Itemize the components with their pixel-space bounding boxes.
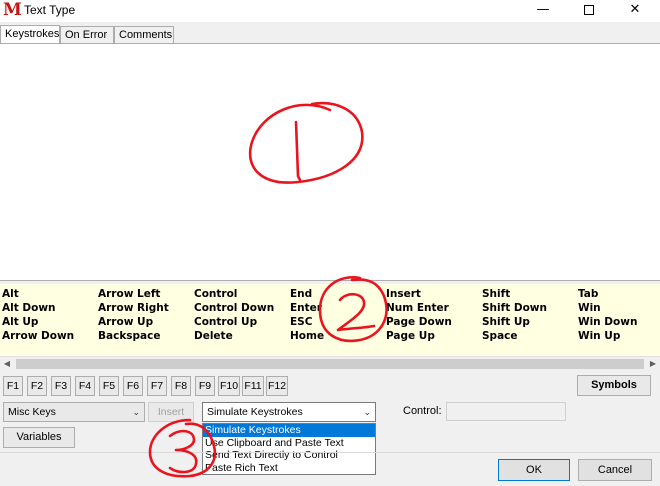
key-item[interactable]: Alt Down [2, 301, 74, 315]
key-item[interactable]: Control Up [194, 315, 274, 329]
key-item[interactable]: Shift Up [482, 315, 547, 329]
key-item[interactable]: End [290, 287, 324, 301]
key-item[interactable]: Alt [2, 287, 74, 301]
dropdown-option[interactable]: Use Clipboard and Paste Text [203, 437, 375, 450]
key-item[interactable]: Space [482, 329, 547, 343]
window-title: Text Type [24, 3, 76, 17]
key-item[interactable]: Arrow Up [98, 315, 169, 329]
close-icon: ✕ [629, 2, 641, 17]
f11-button[interactable]: F11 [242, 376, 264, 396]
key-item[interactable]: Shift [482, 287, 547, 301]
key-item[interactable]: Win Down [578, 315, 637, 329]
dropdown-option[interactable]: Paste Rich Text [203, 462, 375, 475]
keys-column-2: Arrow Left Arrow Right Arrow Up Backspac… [98, 287, 169, 343]
key-item[interactable]: Arrow Left [98, 287, 169, 301]
key-item[interactable]: Num Enter [386, 301, 452, 315]
control-input[interactable] [446, 402, 566, 421]
key-item[interactable]: Arrow Down [2, 329, 74, 343]
f12-button[interactable]: F12 [266, 376, 288, 396]
key-item[interactable]: Shift Down [482, 301, 547, 315]
chevron-down-icon: ⌄ [132, 407, 140, 417]
key-item[interactable]: Win Up [578, 329, 637, 343]
maximize-button[interactable] [566, 0, 612, 22]
f6-button[interactable]: F6 [123, 376, 143, 396]
control-label: Control: [403, 405, 442, 417]
f5-button[interactable]: F5 [99, 376, 119, 396]
text-type-method-select[interactable]: Simulate Keystrokes ⌄ [202, 402, 376, 422]
title-bar: M Text Type — ✕ [0, 0, 660, 22]
tab-on-error[interactable]: On Error [60, 26, 114, 44]
minimize-icon: — [536, 2, 550, 17]
f7-button[interactable]: F7 [147, 376, 167, 396]
f3-button[interactable]: F3 [51, 376, 71, 396]
scrollbar-thumb[interactable] [16, 359, 644, 369]
special-keys-panel: Alt Alt Down Alt Up Arrow Down Arrow Lef… [0, 284, 660, 356]
dropdown-option[interactable]: Send Text Directly to Control [203, 449, 375, 462]
key-item[interactable]: Win [578, 301, 637, 315]
key-item[interactable]: Control Down [194, 301, 274, 315]
scroll-right-icon[interactable]: ▶ [646, 357, 660, 371]
key-item[interactable]: Enter [290, 301, 324, 315]
maximize-icon [584, 4, 594, 15]
keys-column-4: End Enter ESC Home [290, 287, 324, 343]
key-item[interactable]: ESC [290, 315, 324, 329]
ok-button[interactable]: OK [498, 459, 570, 481]
key-item[interactable]: Backspace [98, 329, 169, 343]
key-item[interactable]: Page Down [386, 315, 452, 329]
key-item[interactable]: Tab [578, 287, 637, 301]
f10-button[interactable]: F10 [218, 376, 240, 396]
method-select-value: Simulate Keystrokes [207, 406, 303, 418]
key-item[interactable]: Control [194, 287, 274, 301]
method-dropdown-list: Simulate Keystrokes Use Clipboard and Pa… [202, 423, 376, 475]
chevron-down-icon: ⌄ [363, 407, 371, 417]
f9-button[interactable]: F9 [195, 376, 215, 396]
variables-button[interactable]: Variables [3, 427, 75, 448]
keys-column-1: Alt Alt Down Alt Up Arrow Down [2, 287, 74, 343]
horizontal-scrollbar[interactable]: ◀ ▶ [0, 356, 660, 370]
keys-column-5: Insert Num Enter Page Down Page Up [386, 287, 452, 343]
dropdown-option[interactable]: Simulate Keystrokes [203, 424, 375, 437]
cancel-button[interactable]: Cancel [578, 459, 652, 481]
key-item[interactable]: Home [290, 329, 324, 343]
minimize-button[interactable]: — [520, 0, 566, 22]
keys-column-3: Control Control Down Control Up Delete [194, 287, 274, 343]
f8-button[interactable]: F8 [171, 376, 191, 396]
f2-button[interactable]: F2 [27, 376, 47, 396]
keystrokes-text-area[interactable] [0, 43, 660, 281]
key-item[interactable]: Arrow Right [98, 301, 169, 315]
keys-column-6: Shift Shift Down Shift Up Space [482, 287, 547, 343]
insert-button[interactable]: Insert [148, 402, 194, 422]
close-button[interactable]: ✕ [612, 0, 658, 22]
key-item[interactable]: Page Up [386, 329, 452, 343]
misc-keys-value: Misc Keys [8, 406, 56, 418]
tab-comments[interactable]: Comments [114, 26, 174, 44]
app-logo-icon: M [3, 0, 22, 20]
tab-keystrokes[interactable]: Keystrokes [0, 25, 60, 45]
key-item[interactable]: Insert [386, 287, 452, 301]
symbols-button[interactable]: Symbols [577, 375, 651, 396]
key-item[interactable]: Delete [194, 329, 274, 343]
f4-button[interactable]: F4 [75, 376, 95, 396]
f1-button[interactable]: F1 [3, 376, 23, 396]
scroll-left-icon[interactable]: ◀ [0, 357, 14, 371]
footer-divider [0, 452, 660, 453]
misc-keys-select[interactable]: Misc Keys ⌄ [3, 402, 145, 422]
key-item[interactable]: Alt Up [2, 315, 74, 329]
keys-column-7: Tab Win Win Down Win Up [578, 287, 637, 343]
